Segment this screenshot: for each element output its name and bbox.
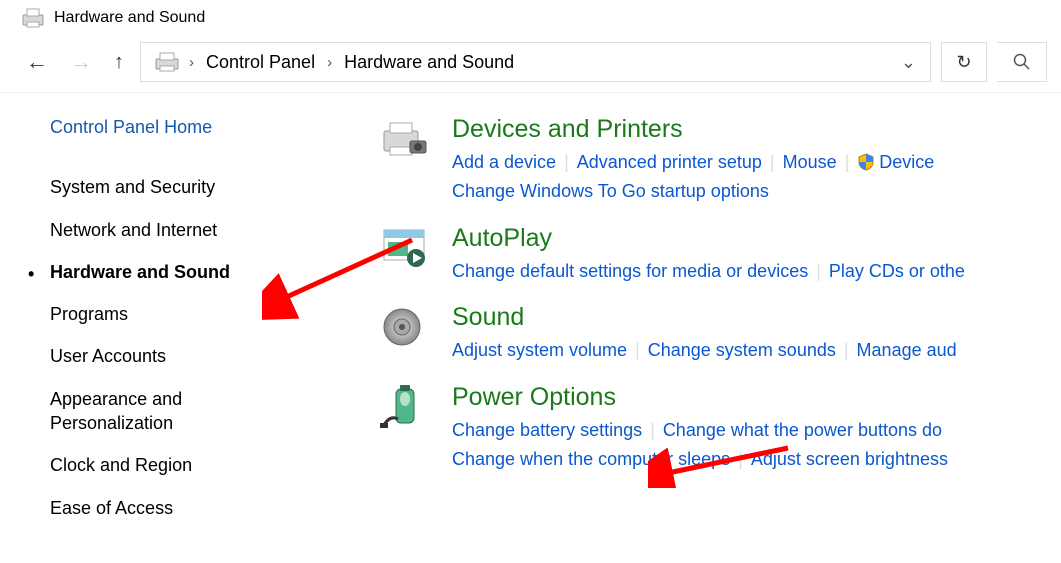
link-power-buttons[interactable]: Change what the power buttons do [663,420,942,440]
category-links: Change default settings for media or dev… [452,257,1061,286]
link-add-device[interactable]: Add a device [452,152,556,172]
autoplay-icon [380,226,428,270]
breadcrumb-item[interactable]: Hardware and Sound [334,46,524,79]
sidebar: Control Panel Home System and Security N… [0,115,250,538]
address-box[interactable]: › Control Panel › Hardware and Sound ⌄ [140,42,931,82]
sidebar-item-ease-of-access[interactable]: Ease of Access [50,496,240,520]
shield-icon [857,153,875,171]
sidebar-item-user-accounts[interactable]: User Accounts [50,344,240,368]
main-panel: Control Panel Home System and Security N… [0,93,1061,538]
window-title: Hardware and Sound [54,9,205,27]
category-power-options: Power Options Change battery settings|Ch… [380,383,1061,474]
category-sound: Sound Adjust system volume|Change system… [380,303,1061,365]
address-bar: ← → ↑ › Control Panel › Hardware and Sou… [0,36,1061,93]
category-title[interactable]: Devices and Printers [452,115,1061,144]
category-title[interactable]: Sound [452,303,1061,332]
link-screen-brightness[interactable]: Adjust screen brightness [751,449,948,469]
link-play-cds[interactable]: Play CDs or othe [829,261,965,281]
printer-address-icon [153,51,181,73]
forward-button[interactable]: → [64,47,98,77]
link-change-sounds[interactable]: Change system sounds [648,340,836,360]
category-autoplay: AutoPlay Change default settings for med… [380,224,1061,286]
sidebar-home[interactable]: Control Panel Home [50,115,240,139]
sidebar-item-programs[interactable]: Programs [50,302,240,326]
refresh-button[interactable]: ↻ [941,42,987,82]
breadcrumb-item[interactable]: Control Panel [196,46,325,79]
devices-printers-icon [380,117,428,161]
link-adjust-volume[interactable]: Adjust system volume [452,340,627,360]
link-manage-audio[interactable]: Manage aud [857,340,957,360]
back-button[interactable]: ← [20,47,54,77]
category-devices-printers: Devices and Printers Add a device|Advanc… [380,115,1061,206]
category-links: Change battery settings|Change what the … [452,416,1061,474]
printer-title-icon [20,7,46,29]
link-battery-settings[interactable]: Change battery settings [452,420,642,440]
chevron-icon[interactable]: › [325,54,334,71]
power-options-icon [380,385,428,429]
link-mouse[interactable]: Mouse [783,152,837,172]
sidebar-item-network-internet[interactable]: Network and Internet [50,218,240,242]
sound-icon [380,305,428,349]
search-button[interactable] [997,42,1047,82]
category-links: Adjust system volume|Change system sound… [452,336,1061,365]
up-button[interactable]: ↑ [108,49,130,76]
category-title[interactable]: Power Options [452,383,1061,412]
chevron-down-icon[interactable]: ⌄ [887,52,930,73]
category-title[interactable]: AutoPlay [452,224,1061,253]
chevron-icon[interactable]: › [187,54,196,71]
sidebar-item-system-security[interactable]: System and Security [50,175,240,199]
sidebar-item-clock-region[interactable]: Clock and Region [50,453,240,477]
link-computer-sleeps[interactable]: Change when the computer sleeps [452,449,730,469]
category-links: Add a device|Advanced printer setup|Mous… [452,148,1061,206]
title-bar: Hardware and Sound [0,0,1061,36]
link-device[interactable]: Device [879,152,934,172]
link-advanced-printer[interactable]: Advanced printer setup [577,152,762,172]
link-change-default-media[interactable]: Change default settings for media or dev… [452,261,808,281]
link-windows-to-go[interactable]: Change Windows To Go startup options [452,181,769,201]
content-area: Devices and Printers Add a device|Advanc… [250,115,1061,538]
sidebar-item-appearance[interactable]: Appearance and Personalization [50,387,240,436]
sidebar-item-hardware-sound[interactable]: Hardware and Sound [50,260,240,284]
